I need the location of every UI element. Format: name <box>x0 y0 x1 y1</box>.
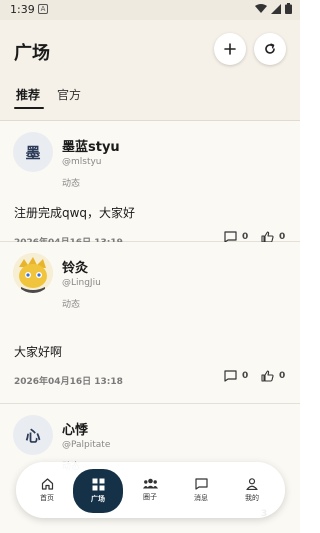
post-author-name[interactable]: 铃灸 <box>62 257 88 276</box>
post-timestamp: 2026年04月16日 13:18 <box>14 377 123 387</box>
avatar[interactable]: 墨 <box>13 132 53 172</box>
comment-button[interactable]: 0 <box>224 370 248 382</box>
refresh-button[interactable] <box>254 33 286 65</box>
thumbs-up-icon <box>261 370 274 382</box>
nav-label: 首页 <box>40 493 54 502</box>
message-icon <box>194 477 208 490</box>
post-content: 注册完成qwq，大家好 <box>14 206 136 220</box>
page-title: 广场 <box>14 43 50 64</box>
grid-icon <box>92 478 104 491</box>
post-type: 动态 <box>62 179 81 189</box>
nav-item-circles[interactable]: 圈子 <box>125 462 175 518</box>
comment-count: 0 <box>242 232 249 242</box>
signal-icon <box>271 3 281 14</box>
plus-icon <box>224 43 236 55</box>
notification-icon: A <box>38 4 48 14</box>
post-author-handle: @Palpitate <box>62 440 111 450</box>
post-author-handle: @mlstyu <box>62 157 102 167</box>
avatar-image <box>13 253 53 293</box>
header: 广场 推荐 官方 <box>0 20 300 121</box>
post-author-name[interactable]: 墨蓝styu <box>62 136 120 155</box>
avatar[interactable] <box>13 253 53 293</box>
comment-icon <box>224 370 237 382</box>
nav-label: 我的 <box>245 493 259 502</box>
tab-indicator <box>14 107 44 109</box>
battery-icon <box>285 3 292 14</box>
nav-item-home[interactable]: 首页 <box>22 462 72 518</box>
comment-count: 0 <box>242 371 249 381</box>
post-type: 动态 <box>62 300 81 310</box>
refresh-icon <box>265 43 275 54</box>
nav-label: 广场 <box>91 495 105 503</box>
nav-item-messages[interactable]: 消息 <box>176 462 226 518</box>
post-author-handle: @LingJiu <box>62 278 101 288</box>
post-content: 大家好啊 <box>14 345 63 359</box>
tab-official[interactable]: 官方 <box>57 86 81 103</box>
post-card[interactable]: 墨 墨蓝styu @mlstyu 动态 注册完成qwq，大家好 2026年04月… <box>0 121 300 248</box>
bottom-nav: 首页 广场 圈子 消息 我的 <box>16 462 285 518</box>
like-count: 0 <box>279 371 286 381</box>
status-time: 1:39 <box>10 3 35 16</box>
wifi-icon <box>255 3 267 13</box>
post-author-name[interactable]: 心悸 <box>62 419 88 438</box>
tab-recommended[interactable]: 推荐 <box>16 86 40 103</box>
like-count: 0 <box>279 232 286 242</box>
nav-label: 圈子 <box>143 493 157 501</box>
home-icon <box>41 477 53 490</box>
nav-item-square[interactable]: 广场 <box>73 469 123 513</box>
status-bar: 1:39 A <box>0 0 300 20</box>
person-icon <box>246 477 258 490</box>
nav-item-profile[interactable]: 我的 <box>227 462 277 518</box>
nav-label: 消息 <box>194 493 208 502</box>
post-card[interactable]: 铃灸 @LingJiu 动态 大家好啊 2026年04月16日 13:18 0 … <box>0 242 300 404</box>
like-button[interactable]: 0 <box>261 370 285 382</box>
status-icons <box>255 3 292 14</box>
avatar[interactable]: 心 <box>13 415 53 455</box>
add-button[interactable] <box>214 33 246 65</box>
people-icon <box>142 478 158 489</box>
tab-bar: 推荐 官方 <box>0 84 300 114</box>
